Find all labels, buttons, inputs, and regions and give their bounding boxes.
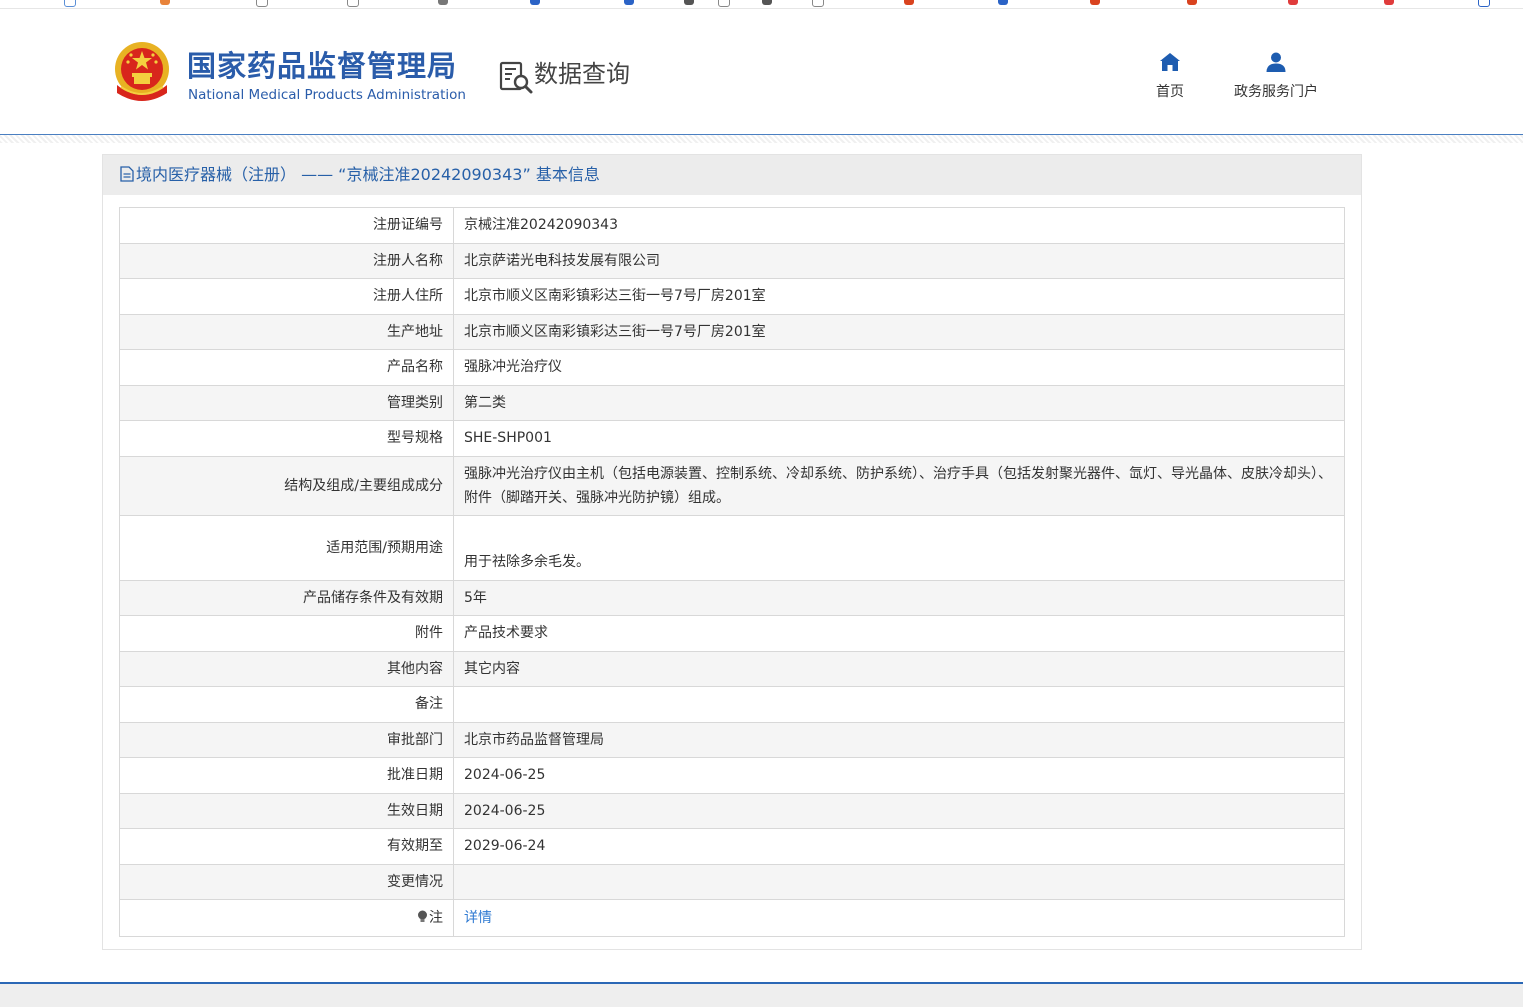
field-value: 第二类: [453, 384, 1345, 421]
details-link[interactable]: 详情: [464, 910, 492, 926]
record-panel: 境内医疗器械（注册） —— “京械注准20242090343” 基本信息 注册证…: [102, 154, 1362, 950]
table-row: 型号规格 SHE-SHP001: [119, 420, 1345, 457]
bookmarks-bar: [0, 0, 1523, 9]
table-row: 生效日期 2024-06-25: [119, 792, 1345, 829]
table-row: 注册人住所 北京市顺义区南彩镇彩达三街一号7号厂房201室: [119, 278, 1345, 315]
field-value: [453, 863, 1345, 900]
nav-home-link[interactable]: 首页: [1148, 51, 1192, 101]
table-row: 变更情况: [119, 863, 1345, 900]
panel-title: 境内医疗器械（注册） —— “京械注准20242090343” 基本信息: [136, 165, 600, 184]
panel-header: 境内医疗器械（注册） —— “京械注准20242090343” 基本信息: [103, 155, 1361, 195]
field-value: 京械注准20242090343: [453, 207, 1345, 244]
bookmark-icon[interactable]: [998, 0, 1008, 5]
field-label: 批准日期: [119, 757, 454, 794]
field-label: 变更情况: [119, 863, 454, 900]
field-value: 北京市药品监督管理局: [453, 721, 1345, 758]
home-icon: [1160, 53, 1180, 71]
note-label-cell: 注: [119, 899, 454, 937]
field-label: 注册人住所: [119, 278, 454, 315]
data-query-icon: [499, 61, 533, 94]
field-label: 生产地址: [119, 313, 454, 350]
table-row: 审批部门 北京市药品监督管理局: [119, 721, 1345, 758]
table-row: 结构及组成/主要组成成分 强脉冲光治疗仪由主机（包括电源装置、控制系统、冷却系统…: [119, 455, 1345, 516]
bookmark-icon[interactable]: [762, 0, 772, 5]
lightbulb-icon: [418, 910, 427, 922]
table-row: 备注: [119, 686, 1345, 723]
table-row: 附件 产品技术要求: [119, 615, 1345, 652]
table-row: 有效期至 2029-06-24: [119, 828, 1345, 865]
bookmark-icon[interactable]: [160, 0, 170, 5]
bookmark-icon[interactable]: [438, 0, 448, 5]
field-label: 产品储存条件及有效期: [119, 579, 454, 616]
nav-service-portal-link[interactable]: 政务服务门户: [1226, 51, 1326, 101]
bookmark-icon[interactable]: [624, 0, 634, 5]
footer: [0, 984, 1523, 1007]
field-label: 产品名称: [119, 349, 454, 386]
nav-home-label: 首页: [1156, 84, 1184, 100]
data-query-title: 数据查询: [534, 60, 630, 88]
bookmark-icon[interactable]: [1384, 0, 1394, 5]
bookmark-icon[interactable]: [812, 0, 824, 7]
record-table: 注册证编号 京械注准20242090343 注册人名称 北京萨诺光电科技发展有限…: [119, 207, 1345, 937]
field-value: 北京萨诺光电科技发展有限公司: [453, 242, 1345, 279]
bookmark-icon[interactable]: [1187, 0, 1197, 5]
field-label: 适用范围/预期用途: [119, 514, 454, 581]
nav-portal-label: 政务服务门户: [1234, 84, 1318, 100]
document-icon: [120, 166, 134, 182]
field-value: 2024-06-25: [453, 792, 1345, 829]
table-row: 注册证编号 京械注准20242090343: [119, 207, 1345, 244]
bookmark-icon[interactable]: [684, 0, 694, 5]
field-label: 注册证编号: [119, 207, 454, 244]
table-row: 产品名称 强脉冲光治疗仪: [119, 349, 1345, 386]
field-label: 备注: [119, 686, 454, 723]
table-row: 注册人名称 北京萨诺光电科技发展有限公司: [119, 242, 1345, 279]
field-label: 附件: [119, 615, 454, 652]
bookmark-icon[interactable]: [347, 0, 359, 7]
field-value: 强脉冲光治疗仪由主机（包括电源装置、控制系统、冷却系统、防护系统）、治疗手具（包…: [453, 455, 1345, 516]
field-label: 生效日期: [119, 792, 454, 829]
bookmark-icon[interactable]: [1090, 0, 1100, 5]
table-row-note: 注 详情: [119, 899, 1345, 937]
field-value: [453, 686, 1345, 723]
field-value: 5年: [453, 579, 1345, 616]
bookmark-icon[interactable]: [530, 0, 540, 5]
site-header: 国家药品监督管理局 National Medical Products Admi…: [0, 9, 1523, 135]
agency-name-en: National Medical Products Administration: [188, 87, 466, 103]
field-value: 强脉冲光治疗仪: [453, 349, 1345, 386]
national-emblem-icon: [115, 42, 169, 101]
field-value: SHE-SHP001: [453, 420, 1345, 457]
field-label: 有效期至: [119, 828, 454, 865]
field-value: 其它内容: [453, 650, 1345, 687]
header-texture: [0, 135, 1523, 143]
bookmark-icon[interactable]: [1288, 0, 1298, 5]
note-label: 注: [429, 910, 443, 926]
field-label: 其他内容: [119, 650, 454, 687]
field-label: 结构及组成/主要组成成分: [119, 455, 454, 516]
bookmark-icon[interactable]: [904, 0, 914, 5]
field-value: 2029-06-24: [453, 828, 1345, 865]
table-row: 管理类别 第二类: [119, 384, 1345, 421]
field-value: 2024-06-25: [453, 757, 1345, 794]
user-icon: [1266, 52, 1286, 72]
field-value: 产品技术要求: [453, 615, 1345, 652]
bookmark-icon[interactable]: [1478, 0, 1490, 7]
bookmark-icon[interactable]: [256, 0, 268, 7]
bookmark-icon[interactable]: [64, 0, 76, 7]
field-value: 北京市顺义区南彩镇彩达三街一号7号厂房201室: [453, 313, 1345, 350]
field-label: 型号规格: [119, 420, 454, 457]
field-label: 管理类别: [119, 384, 454, 421]
field-value: 北京市顺义区南彩镇彩达三街一号7号厂房201室: [453, 278, 1345, 315]
note-value-cell: 详情: [453, 899, 1345, 937]
bookmark-icon[interactable]: [718, 0, 730, 7]
table-row: 生产地址 北京市顺义区南彩镇彩达三街一号7号厂房201室: [119, 313, 1345, 350]
field-value: 用于祛除多余毛发。: [453, 514, 1345, 581]
table-row: 其他内容 其它内容: [119, 650, 1345, 687]
field-label: 审批部门: [119, 721, 454, 758]
field-label: 注册人名称: [119, 242, 454, 279]
table-row: 适用范围/预期用途 用于祛除多余毛发。: [119, 514, 1345, 581]
table-row: 批准日期 2024-06-25: [119, 757, 1345, 794]
agency-name-cn: 国家药品监督管理局: [187, 49, 458, 83]
table-row: 产品储存条件及有效期 5年: [119, 579, 1345, 616]
